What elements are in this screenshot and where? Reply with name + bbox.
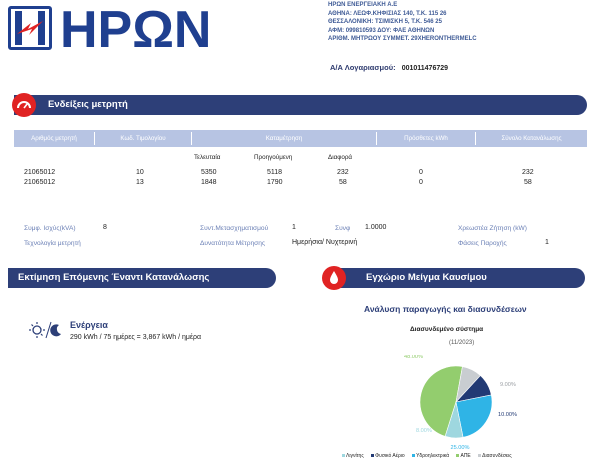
cosphi-value: 1.0000 xyxy=(365,224,387,231)
transformer-value: 1 xyxy=(292,224,296,231)
fuel-section-title: Εγχώριο Μείγμα Καυσίμου xyxy=(366,272,487,283)
legend-swatch xyxy=(371,454,375,458)
mix-system-label: Διασυνδεμένο σύστημα xyxy=(410,326,484,333)
legend-item: ΑΠΕ xyxy=(456,453,473,459)
row2-total: 58 xyxy=(524,179,532,186)
meter-badge xyxy=(12,93,36,117)
row1-extra: 0 xyxy=(419,169,423,176)
company-line: ΘΕΣΣΑΛΟΝΙΚΗ: ΤΣΙΜΙΣΚΗ 5, Τ.Κ. 546 25 xyxy=(328,19,442,26)
demand-label: Χρεωστέα Ζήτηση (kW) xyxy=(458,225,527,232)
col-tariff: Κωδ. Τιμολογίου xyxy=(120,135,166,142)
legend-label: Διασυνδέσεις xyxy=(482,453,512,459)
pie-data-label: 48.00% xyxy=(404,355,423,360)
day-night-icon xyxy=(29,321,61,339)
legend-label: Λιγνίτης xyxy=(346,453,364,459)
legend-item: Διασυνδέσεις xyxy=(478,453,515,459)
account-label: Α/Α Λογαριασμού: xyxy=(330,63,396,72)
pie-legend: Λιγνίτης Φυσικό Αέριο Υδροηλεκτρικά ΑΠΕ … xyxy=(342,453,518,459)
estimate-section-title: Εκτίμηση Επόμενης Έναντι Κατανάλωσης xyxy=(18,272,210,283)
logo: ΗΡΩΝ xyxy=(8,1,258,59)
row2-diff: 58 xyxy=(339,179,347,186)
row2-last: 1848 xyxy=(201,179,217,186)
pie-data-label: 9.00% xyxy=(500,382,516,388)
account-number: Α/Α Λογαριασμού: 001011476729 xyxy=(330,63,448,72)
transformer-label: Συντ.Μετασχηματισμού xyxy=(200,225,269,232)
cosphi-label: Συνφ xyxy=(335,225,351,232)
subheader-last: Τελευταία xyxy=(194,154,221,161)
gauge-icon xyxy=(17,101,31,109)
logo-wordmark: ΗΡΩΝ xyxy=(60,1,212,59)
row1-total: 232 xyxy=(522,169,534,176)
phases-label: Φάσεις Παροχής xyxy=(458,240,507,247)
drop-icon xyxy=(330,271,338,284)
row1-tariff: 10 xyxy=(136,169,144,176)
row2-tariff: 13 xyxy=(136,179,144,186)
col-extra-kwh: Πρόσθετες kWh xyxy=(404,135,448,142)
col-total: Σύνολο Κατανάλωσης xyxy=(501,135,562,142)
row2-previous: 1790 xyxy=(267,179,283,186)
row2-extra: 0 xyxy=(419,179,423,186)
row1-meter: 21065012 xyxy=(24,169,56,176)
pie-data-label: 25.00% xyxy=(451,445,470,451)
fuel-badge xyxy=(322,266,346,290)
tech-label: Τεχνολογία μετρητή xyxy=(24,240,81,247)
row1-previous: 5118 xyxy=(267,169,283,176)
mix-analysis-title: Ανάλυση παραγωγής και διασυνδέσεων xyxy=(364,304,527,314)
fuel-mix-pie-chart: 48.00% 9.00% 10.00% 25.00% 8.00% xyxy=(404,355,517,451)
legend-item: Φυσικό Αέριο xyxy=(371,453,408,459)
col-meter-number: Αριθμός μετρητή xyxy=(31,135,77,142)
power-value: 8 xyxy=(103,224,107,231)
legend-swatch xyxy=(412,454,416,458)
company-line: ΑΡΙΘΜ. ΜΗΤΡΩΟΥ ΣΥΜΜΕΤ. 29XHERONTHERMELC xyxy=(328,36,477,43)
estimate-section-banner: Εκτίμηση Επόμενης Έναντι Κατανάλωσης xyxy=(8,268,276,288)
subheader-previous: Προηγούμενη xyxy=(254,154,293,161)
company-line: ΑΘΗΝΑ: ΛΕΩΦ.ΚΗΦΙΣΙΑΣ 140, Τ.Κ. 115 26 xyxy=(328,10,447,17)
fuel-section-banner: Εγχώριο Μείγμα Καυσίμου xyxy=(332,268,585,288)
row1-diff: 232 xyxy=(337,169,349,176)
legend-label: ΑΠΕ xyxy=(460,453,471,459)
pie-data-label: 8.00% xyxy=(416,428,432,434)
legend-swatch xyxy=(478,454,482,458)
company-info: ΗΡΩΝ ΕΝΕΡΓΕΙΑΚΗ Α.Ε ΑΘΗΝΑ: ΛΕΩΦ.ΚΗΦΙΣΙΑΣ… xyxy=(328,1,477,44)
col-reading: Καταμέτρηση xyxy=(265,135,303,142)
account-value: 001011476729 xyxy=(401,65,449,72)
legend-label: Φυσικό Αέριο xyxy=(375,453,405,459)
row1-last: 5350 xyxy=(201,169,217,176)
phases-value: 1 xyxy=(545,239,549,246)
legend-item: Λιγνίτης xyxy=(342,453,367,459)
subheader-diff: Διαφορά xyxy=(328,154,353,161)
meter-section-banner: Ενδείξεις μετρητή xyxy=(14,95,587,115)
power-label: Συμφ. Ισχύς(kVA) xyxy=(24,225,76,232)
lightning-icon xyxy=(15,11,45,45)
capability-value: Ημερήσια/ Νυχτερινή xyxy=(292,239,358,246)
row2-meter: 21065012 xyxy=(24,179,56,186)
energy-estimate: 290 kWh / 75 ημέρες = 3,867 kWh / ημέρα xyxy=(70,334,202,341)
company-line: ΗΡΩΝ ΕΝΕΡΓΕΙΑΚΗ Α.Ε xyxy=(328,2,398,8)
capability-label: Δυνατότητα Μέτρησης xyxy=(200,240,266,247)
pie-data-label: 10.00% xyxy=(498,412,517,418)
meter-table-header: Αριθμός μετρητή Κωδ. Τιμολογίου Καταμέτρ… xyxy=(14,130,587,147)
meter-section-title: Ενδείξεις μετρητή xyxy=(48,99,128,110)
legend-label: Υδροηλεκτρικά xyxy=(416,453,450,459)
company-line: ΑΦΜ: 099810593 ΔΟΥ: ΦΑΕ ΑΘΗΝΩΝ xyxy=(328,27,435,34)
energy-title: Ενέργεια xyxy=(70,320,108,330)
mix-period: (11/2023) xyxy=(449,340,475,346)
legend-item: Υδροηλεκτρικά xyxy=(412,453,452,459)
legend-swatch xyxy=(342,454,345,458)
logo-emblem xyxy=(8,6,52,50)
